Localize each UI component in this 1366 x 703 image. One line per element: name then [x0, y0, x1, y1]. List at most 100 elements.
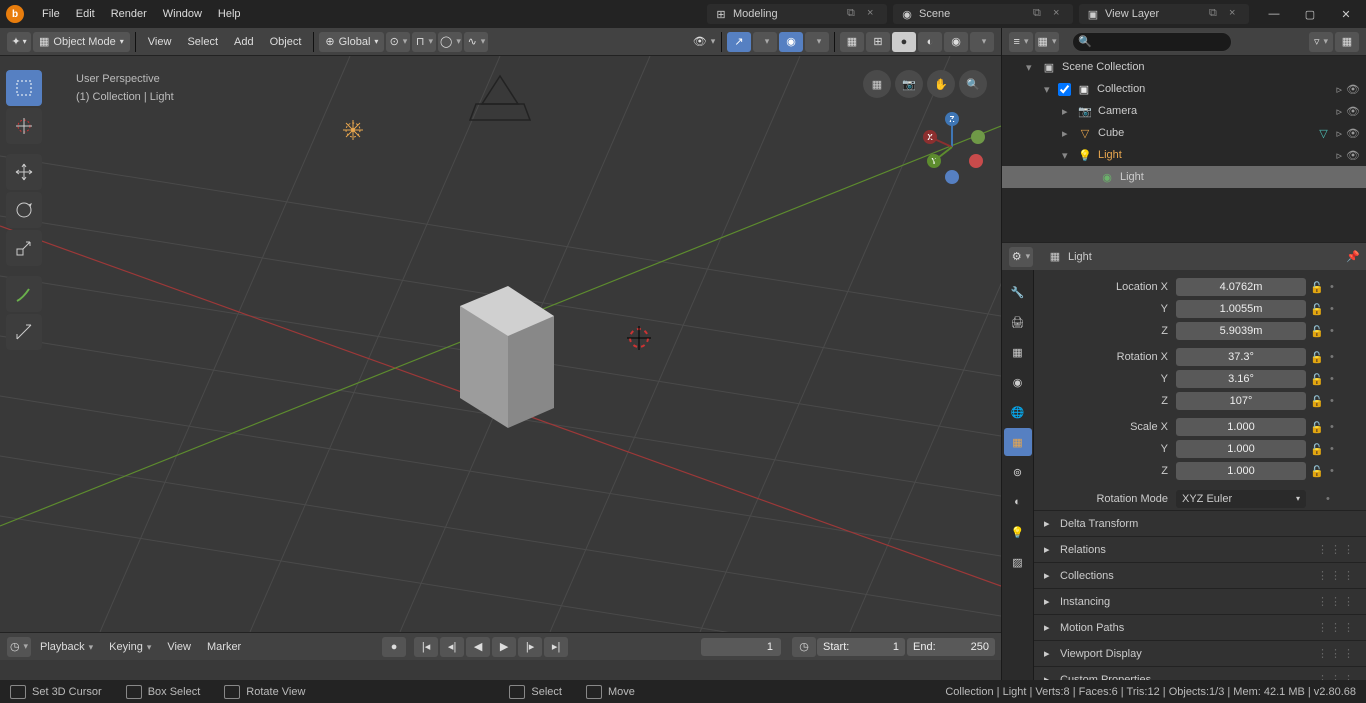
panel-relations[interactable]: ▸Relations⋮⋮⋮: [1034, 536, 1366, 562]
menu-render[interactable]: Render: [103, 4, 155, 24]
selectable-icon[interactable]: ▹: [1337, 149, 1343, 162]
editor-type-timeline[interactable]: ◷: [7, 637, 31, 657]
menu-help[interactable]: Help: [210, 4, 249, 24]
menu-edit[interactable]: Edit: [68, 4, 103, 24]
shading-solid[interactable]: ●: [892, 32, 916, 52]
keyframe-dot[interactable]: •: [1330, 351, 1338, 363]
chevron-right-icon[interactable]: ▸: [1062, 127, 1076, 140]
panel-viewport-display[interactable]: ▸Viewport Display⋮⋮⋮: [1034, 640, 1366, 666]
viewport-canvas[interactable]: [0, 56, 1001, 632]
overlays-toggle[interactable]: ◉: [779, 32, 803, 52]
viewport-menu-view[interactable]: View: [140, 32, 180, 52]
camera-view-button[interactable]: ▦: [863, 70, 891, 98]
gizmo-options[interactable]: [753, 32, 777, 52]
collection-enable-checkbox[interactable]: [1058, 83, 1071, 96]
window-close[interactable]: ✕: [1332, 4, 1360, 24]
keyframe-dot[interactable]: •: [1330, 281, 1338, 293]
play[interactable]: ▶: [492, 637, 516, 657]
xray-toggle[interactable]: ▦: [840, 32, 864, 52]
light-object[interactable]: [343, 120, 363, 140]
panel-motion-paths[interactable]: ▸Motion Paths⋮⋮⋮: [1034, 614, 1366, 640]
lock-icon[interactable]: 🔓: [1310, 351, 1326, 364]
tab-world[interactable]: 🌐: [1004, 398, 1032, 426]
scale-x-input[interactable]: 1.000: [1176, 418, 1306, 436]
location-z-input[interactable]: 5.9039m: [1176, 322, 1306, 340]
mode-selector[interactable]: ▦ Object Mode ▾: [33, 32, 130, 52]
selectable-icon[interactable]: ▹: [1337, 127, 1343, 140]
pivot-selector[interactable]: ⊙: [386, 32, 410, 52]
outliner-collection[interactable]: ▾ ▣ Collection ▹👁: [1002, 78, 1366, 100]
overlay-options[interactable]: [805, 32, 829, 52]
jump-prev-key[interactable]: ◂|: [440, 637, 464, 657]
outliner-scene-collection[interactable]: ▾ ▣ Scene Collection: [1002, 56, 1366, 78]
keyframe-dot[interactable]: •: [1330, 395, 1338, 407]
tab-render[interactable]: 🔧: [1004, 278, 1032, 306]
lock-icon[interactable]: 🔓: [1310, 325, 1326, 338]
tab-physics[interactable]: ◐: [1004, 488, 1032, 516]
snap-toggle[interactable]: ⊓: [412, 32, 436, 52]
outliner-filter[interactable]: ▿: [1309, 32, 1333, 52]
rotation-mode-dropdown[interactable]: XYZ Euler▾: [1176, 490, 1306, 508]
shading-lookdev[interactable]: ◐: [918, 32, 942, 52]
pin-icon[interactable]: 📌: [1346, 250, 1360, 263]
3d-viewport[interactable]: User Perspective (1) Collection | Light …: [0, 56, 1001, 632]
jump-start[interactable]: |◂: [414, 637, 438, 657]
duplicate-icon[interactable]: ⧉: [1209, 7, 1223, 21]
play-reverse[interactable]: ◀: [466, 637, 490, 657]
workspace-tab[interactable]: ⊞ Modeling ⧉ ×: [707, 4, 887, 24]
lock-icon[interactable]: 🔓: [1310, 395, 1326, 408]
viewlayer-selector[interactable]: ▣ View Layer ⧉ ×: [1079, 4, 1249, 24]
zoom-button[interactable]: 🔍: [959, 70, 987, 98]
chevron-down-icon[interactable]: ▾: [1026, 61, 1040, 74]
outliner-camera[interactable]: ▸ 📷 Camera ▹👁: [1002, 100, 1366, 122]
visibility-selector[interactable]: 👁: [692, 32, 716, 52]
outliner-cube[interactable]: ▸ ▽ Cube ▽ ▹👁: [1002, 122, 1366, 144]
jump-next-key[interactable]: |▸: [518, 637, 542, 657]
visibility-icon[interactable]: 👁: [1346, 105, 1360, 118]
tool-measure[interactable]: [6, 314, 42, 350]
gizmo-toggle[interactable]: ↗: [727, 32, 751, 52]
tab-output[interactable]: 🖨: [1004, 308, 1032, 336]
lock-icon[interactable]: 🔓: [1310, 465, 1326, 478]
keyframe-dot[interactable]: •: [1330, 443, 1338, 455]
falloff-selector[interactable]: ∿: [464, 32, 488, 52]
visibility-icon[interactable]: 👁: [1346, 127, 1360, 140]
properties-editor-selector[interactable]: ⚙: [1009, 247, 1033, 267]
editor-type-selector[interactable]: ✦▾: [7, 32, 31, 52]
tab-texture[interactable]: ▨: [1004, 548, 1032, 576]
visibility-icon[interactable]: 👁: [1346, 83, 1360, 96]
lock-icon[interactable]: 🔓: [1310, 281, 1326, 294]
viewport-menu-select[interactable]: Select: [179, 32, 226, 52]
chevron-down-icon[interactable]: ▾: [1044, 83, 1058, 96]
preview-range-toggle[interactable]: ◷: [792, 637, 816, 657]
tool-rotate[interactable]: [6, 192, 42, 228]
duplicate-icon[interactable]: ⧉: [847, 7, 861, 21]
menu-file[interactable]: File: [34, 4, 68, 24]
autokey-toggle[interactable]: ●: [382, 637, 406, 657]
tool-scale[interactable]: [6, 230, 42, 266]
location-x-input[interactable]: 4.0762m: [1176, 278, 1306, 296]
scale-y-input[interactable]: 1.000: [1176, 440, 1306, 458]
window-maximize[interactable]: ▢: [1296, 4, 1324, 24]
panel-collections[interactable]: ▸Collections⋮⋮⋮: [1034, 562, 1366, 588]
keyframe-dot[interactable]: •: [1330, 421, 1338, 433]
shading-rendered[interactable]: ◉: [944, 32, 968, 52]
tool-select-box[interactable]: [6, 70, 42, 106]
scene-selector[interactable]: ◉ Scene ⧉ ×: [893, 4, 1073, 24]
keyframe-dot[interactable]: •: [1330, 465, 1338, 477]
lock-icon[interactable]: 🔓: [1310, 373, 1326, 386]
camera-icon-button[interactable]: 📷: [895, 70, 923, 98]
keyframe-dot[interactable]: •: [1330, 303, 1338, 315]
camera-object[interactable]: [470, 76, 530, 120]
outliner-view-options[interactable]: ▦: [1035, 32, 1059, 52]
tab-object[interactable]: ▦: [1004, 428, 1032, 456]
keyframe-dot[interactable]: •: [1330, 325, 1338, 337]
shading-options[interactable]: [970, 32, 994, 52]
window-minimize[interactable]: —: [1260, 4, 1288, 24]
selectable-icon[interactable]: ▹: [1337, 83, 1343, 96]
panel-custom-properties[interactable]: ▸Custom Properties⋮⋮⋮: [1034, 666, 1366, 680]
keyframe-dot[interactable]: •: [1326, 493, 1334, 505]
lock-icon[interactable]: 🔓: [1310, 443, 1326, 456]
close-icon[interactable]: ×: [1053, 7, 1067, 21]
visibility-icon[interactable]: 👁: [1346, 149, 1360, 162]
